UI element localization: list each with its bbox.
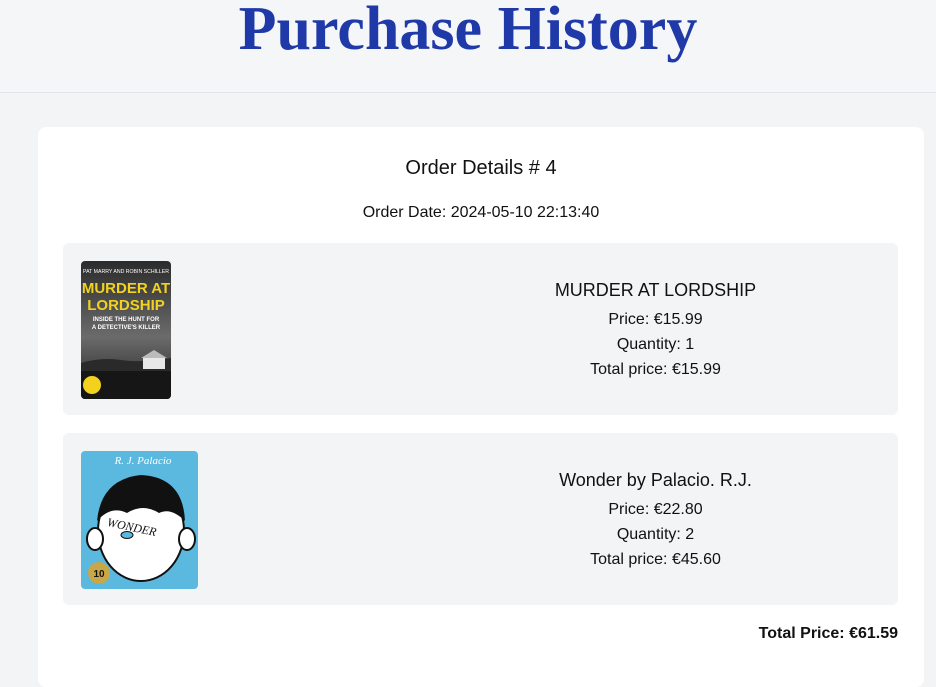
cover-author: R. J. Palacio [114,455,172,467]
item-quantity: Quantity: 2 [616,526,695,543]
item-total-price: Total price: €15.99 [590,361,721,378]
cover-authors: PAT MARRY AND ROBIN SCHILLER [83,269,169,275]
item-price: Price: €15.99 [608,311,703,328]
order-item: R. J. Palacio WONDER 10 Wonder by Palaci… [63,433,898,605]
page-header: Purchase History [0,0,936,93]
cover-subtitle-line2: A DETECTIVE'S KILLER [92,325,161,331]
order-item: PAT MARRY AND ROBIN SCHILLER MURDER AT L… [63,243,898,415]
item-title: MURDER AT LORDSHIP [554,280,757,300]
page-title: Purchase History [238,0,698,63]
item-info: Wonder by Palacio. R.J. Price: €22.80 Qu… [363,470,936,572]
item-info: MURDER AT LORDSHIP Price: €15.99 Quantit… [363,280,936,382]
cover-title-line1: MURDER AT [82,280,170,297]
cover-subtitle-line1: INSIDE THE HUNT FOR [93,317,160,323]
order-date: Order Date: 2024-05-10 22:13:40 [362,204,600,221]
item-title: Wonder by Palacio. R.J. [559,470,752,490]
order-heading: Order Details # 4 [405,157,557,179]
item-quantity: Quantity: 1 [616,336,695,353]
item-price: Price: €22.80 [608,501,703,518]
cover-badge: 10 [93,569,105,580]
book-cover-image: R. J. Palacio WONDER 10 [81,451,198,589]
item-total-price: Total price: €45.60 [590,551,721,568]
book-cover-image: PAT MARRY AND ROBIN SCHILLER MURDER AT L… [81,261,171,399]
order-card: Order Details # 4 Order Date: 2024-05-10… [38,127,924,687]
order-total-price: Total Price: €61.59 [758,625,898,642]
cover-title-line2: LORDSHIP [87,297,165,314]
